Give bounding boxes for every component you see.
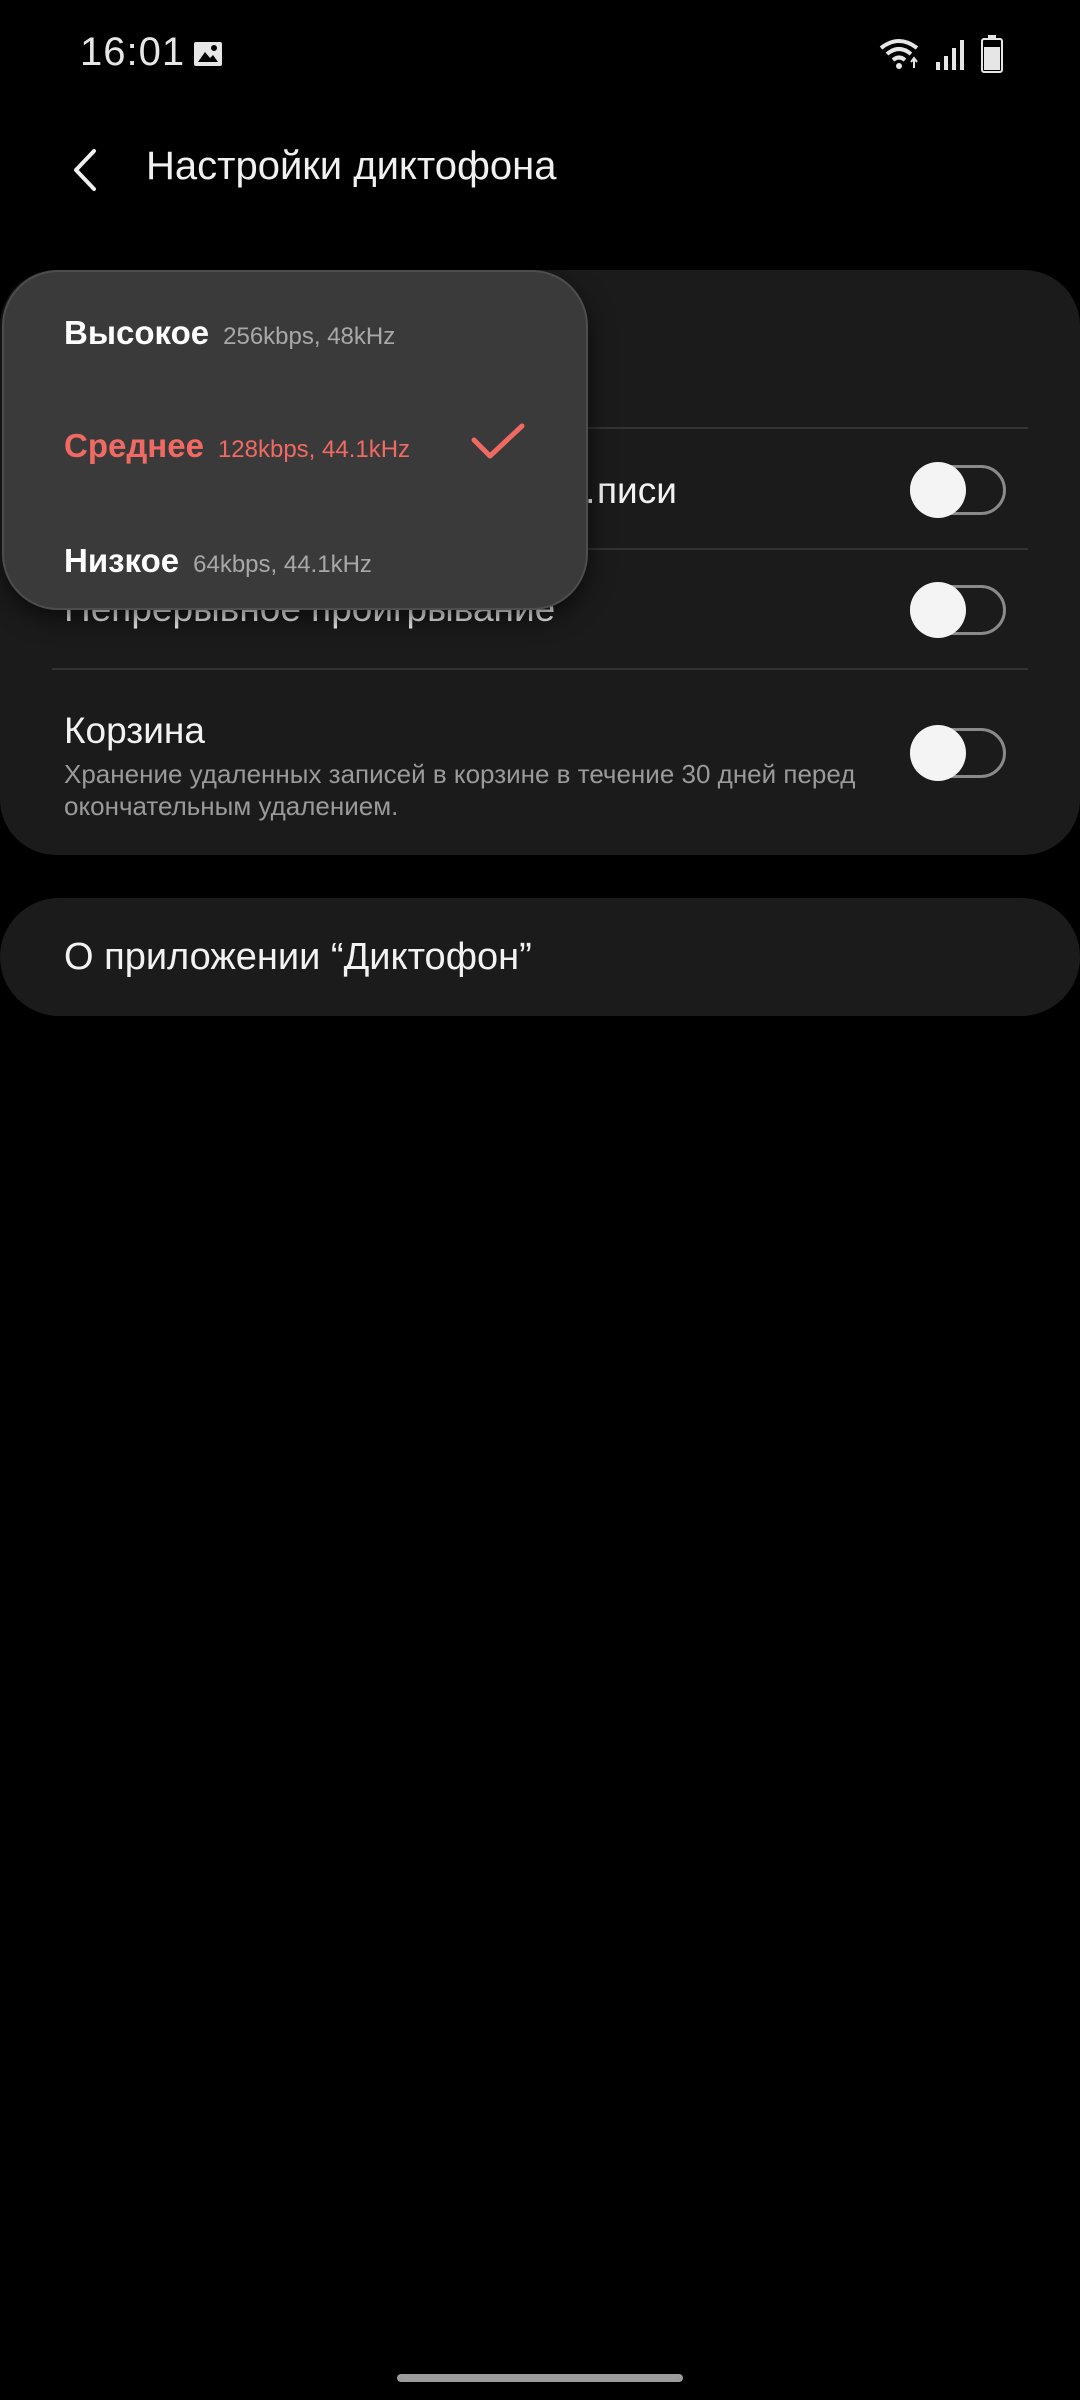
about-label: О приложении “Диктофон” [64, 936, 532, 978]
wifi-icon [879, 39, 919, 69]
nav-gesture-handle[interactable] [397, 2374, 683, 2382]
toggle-knob [910, 725, 966, 781]
status-bar: 16:01 [0, 0, 1080, 110]
about-app-button[interactable]: О приложении “Диктофон” [0, 898, 1080, 1016]
quality-option-medium[interactable]: Среднее 128kbps, 44.1kHz [64, 427, 410, 487]
toggle-knob [910, 462, 966, 518]
quality-option-high[interactable]: Высокое 256kbps, 48kHz [64, 314, 395, 374]
back-button[interactable] [56, 140, 116, 200]
chevron-left-icon [74, 149, 96, 191]
gallery-icon [194, 42, 222, 66]
option-detail: 64kbps, 44.1kHz [193, 551, 372, 578]
toggle-switch[interactable] [910, 582, 1006, 638]
quality-popup-menu: Высокое 256kbps, 48kHz Среднее 128kbps, … [2, 270, 588, 610]
battery-icon [981, 35, 1003, 73]
page-title: Настройки диктофона [146, 144, 557, 188]
toggle-switch[interactable] [910, 725, 1006, 781]
setting-row-trash[interactable]: Корзина Хранение удаленных записей в кор… [0, 670, 1080, 830]
option-name: Среднее [64, 427, 204, 464]
quality-option-low[interactable]: Низкое 64kbps, 44.1kHz [64, 542, 372, 602]
option-detail: 128kbps, 44.1kHz [217, 436, 411, 463]
toggle-knob [910, 582, 966, 638]
app-bar: Настройки диктофона [0, 120, 1080, 220]
option-detail: 256kbps, 48kHz [223, 323, 396, 350]
status-icons [878, 34, 1004, 74]
check-icon [471, 423, 525, 459]
signal-icon [936, 40, 964, 70]
toggle-switch[interactable] [910, 462, 1006, 518]
status-time: 16:01 [80, 30, 186, 74]
option-name: Высокое [64, 314, 210, 351]
setting-subtitle: Хранение удаленных записей в корзине в т… [64, 759, 856, 821]
option-name: Низкое [64, 542, 180, 579]
setting-title: Корзина [64, 710, 205, 751]
